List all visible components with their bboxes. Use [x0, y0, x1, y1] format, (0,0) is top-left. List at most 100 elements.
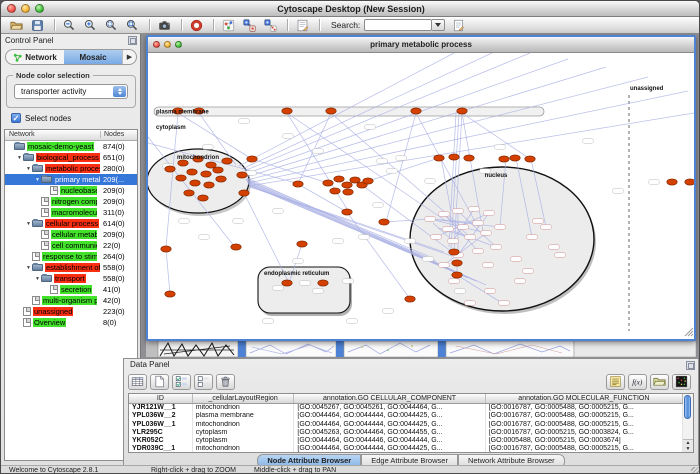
save-session-icon[interactable]	[28, 18, 46, 33]
network-node[interactable]	[201, 171, 211, 177]
table-cell[interactable]: [GO:0016787, GO:0005488, GO:0005215, G..…	[486, 421, 683, 429]
attribute-select-icon[interactable]	[128, 374, 147, 390]
open-file-icon[interactable]	[7, 18, 25, 33]
scrollbar-arrows[interactable]: ▲▼	[683, 439, 693, 452]
tree-row[interactable]: ▼transport558(0)	[5, 273, 137, 284]
table-row[interactable]: YKR052Ccytoplasm[GO:0044464, GO:0044446,…	[129, 437, 683, 445]
close-button[interactable]	[7, 4, 16, 13]
network-node[interactable]	[213, 167, 223, 173]
expand-arrow-icon[interactable]: ▼	[34, 276, 41, 282]
network-node[interactable]	[187, 169, 197, 175]
network-node[interactable]	[334, 176, 344, 182]
annotation-icon[interactable]	[293, 18, 311, 33]
tree-row[interactable]: Overview8(0)	[5, 317, 137, 328]
table-cell[interactable]: [GO:0045263, GO:0044464, GO:0044455, G..…	[294, 429, 485, 437]
table-cell[interactable]: [GO:0016787, GO:0005215, GO:0003824, G..…	[486, 429, 683, 437]
tree-row[interactable]: nucleobase-209(0)	[5, 185, 137, 196]
tree-row[interactable]: ▼cellular process614(0)	[5, 218, 137, 229]
network-node[interactable]	[198, 195, 208, 201]
zoom-selected-region-icon[interactable]	[102, 18, 120, 33]
expand-arrow-icon[interactable]: ▼	[16, 155, 23, 161]
expand-arrow-icon[interactable]: ▼	[25, 265, 32, 271]
table-scrollbar[interactable]: ▲▼	[683, 393, 694, 453]
network-node[interactable]	[176, 175, 186, 181]
network-node[interactable]	[342, 209, 352, 215]
tree-row[interactable]: cell communicat22(0)	[5, 240, 137, 251]
network-node[interactable]	[239, 190, 249, 196]
network-node[interactable]	[165, 166, 175, 172]
network-window-titlebar[interactable]: primary metabolic process	[148, 37, 694, 53]
tab-network[interactable]: Network	[6, 50, 64, 64]
minimize-button[interactable]	[21, 4, 30, 13]
network-node[interactable]	[434, 155, 444, 161]
table-cell[interactable]: mitochondrion	[193, 404, 295, 412]
tree-row[interactable]: ▼metabolic process280(0)	[5, 163, 137, 174]
tree-row[interactable]: macromolecule311(0)	[5, 207, 137, 218]
network-node[interactable]	[190, 180, 200, 186]
table-cell[interactable]: [GO:0005488, GO:0005215, GO:0003674]	[486, 437, 683, 445]
network-node[interactable]	[363, 178, 373, 184]
search-dropdown-button[interactable]	[432, 19, 445, 31]
table-cell[interactable]: YPL036W__1	[129, 421, 193, 429]
function-builder-icon[interactable]: f(x)	[628, 374, 647, 390]
network-node[interactable]	[282, 108, 292, 114]
table-cell[interactable]: [GO:0044464, GO:0044446, GO:0044444, G..…	[294, 437, 485, 445]
table-column-header[interactable]: _cellularLayoutRegion	[193, 394, 295, 403]
network-node[interactable]	[282, 280, 292, 286]
close-button[interactable]	[153, 41, 160, 48]
network-node[interactable]	[449, 154, 459, 160]
tree-row[interactable]: cellular metabol209(0)	[5, 229, 137, 240]
table-cell[interactable]: YJR121W__1	[129, 404, 193, 412]
network-node[interactable]	[293, 181, 303, 187]
network-node[interactable]	[247, 156, 257, 162]
network-node[interactable]	[411, 108, 421, 114]
search-config-icon[interactable]	[449, 18, 467, 33]
table-row[interactable]: YPL036W__1mitochondrion[GO:0044464, GO:0…	[129, 421, 683, 429]
tree-row[interactable]: secretion41(0)	[5, 284, 137, 295]
search-input[interactable]	[364, 19, 432, 31]
expand-arrow-icon[interactable]: ▼	[25, 166, 32, 172]
network-node[interactable]	[525, 156, 535, 162]
network-node[interactable]	[330, 188, 340, 194]
tab-mosaic[interactable]: Mosaic	[64, 50, 122, 64]
network-node[interactable]	[237, 172, 247, 178]
tree-row[interactable]: response to stimulu264(0)	[5, 251, 137, 262]
zoom-fit-icon[interactable]	[123, 18, 141, 33]
table-cell[interactable]: cytoplasm	[193, 429, 295, 437]
tab-overflow-button[interactable]: ▶	[122, 50, 136, 64]
network-node[interactable]	[343, 189, 353, 195]
network-node[interactable]	[206, 162, 216, 168]
table-cell[interactable]: [GO:0045267, GO:0045261, GO:0044464, G..…	[294, 404, 485, 412]
zoom-button[interactable]	[175, 41, 182, 48]
resize-grip[interactable]	[691, 467, 700, 474]
network-node[interactable]	[326, 108, 336, 114]
table-cell[interactable]: plasma membrane	[193, 412, 295, 420]
table-cell[interactable]: [GO:0044464, GO:0044444, GO:0044425, G..…	[294, 421, 485, 429]
network-node[interactable]	[457, 108, 467, 114]
snapshot-icon[interactable]	[155, 18, 173, 33]
network-node[interactable]	[452, 260, 462, 266]
tree-row[interactable]: multi-organism pro42(0)	[5, 295, 137, 306]
attribute-matrix-icon[interactable]	[672, 374, 691, 390]
table-row[interactable]: YJR121W__1mitochondrion[GO:0045267, GO:0…	[129, 404, 683, 412]
minimize-button[interactable]	[164, 41, 171, 48]
select-all-attributes-icon[interactable]	[172, 374, 191, 390]
attribute-notes-icon[interactable]	[606, 374, 625, 390]
network-node[interactable]	[161, 246, 171, 252]
table-cell[interactable]: YDR039C__1	[129, 445, 193, 453]
table-cell[interactable]: [GO:0016787, GO:0005488, GO:0005215, G..…	[486, 404, 683, 412]
zoom-button[interactable]	[35, 4, 44, 13]
expand-arrow-icon[interactable]: ▼	[25, 221, 32, 227]
network-node[interactable]	[464, 155, 474, 161]
network-node[interactable]	[667, 179, 677, 185]
table-row[interactable]: YPL036W__2plasma membrane[GO:0044464, GO…	[129, 412, 683, 420]
network-node[interactable]	[379, 219, 389, 225]
tree-row[interactable]: nitrogen compo209(0)	[5, 196, 137, 207]
network-node[interactable]	[449, 249, 459, 255]
tree-row[interactable]: ▼establishment of lo558(0)	[5, 262, 137, 273]
network-node[interactable]	[216, 176, 226, 182]
help-icon[interactable]	[187, 18, 205, 33]
filter-icon[interactable]	[261, 18, 279, 33]
float-panel-icon[interactable]	[686, 361, 695, 370]
network-node[interactable]	[184, 190, 194, 196]
